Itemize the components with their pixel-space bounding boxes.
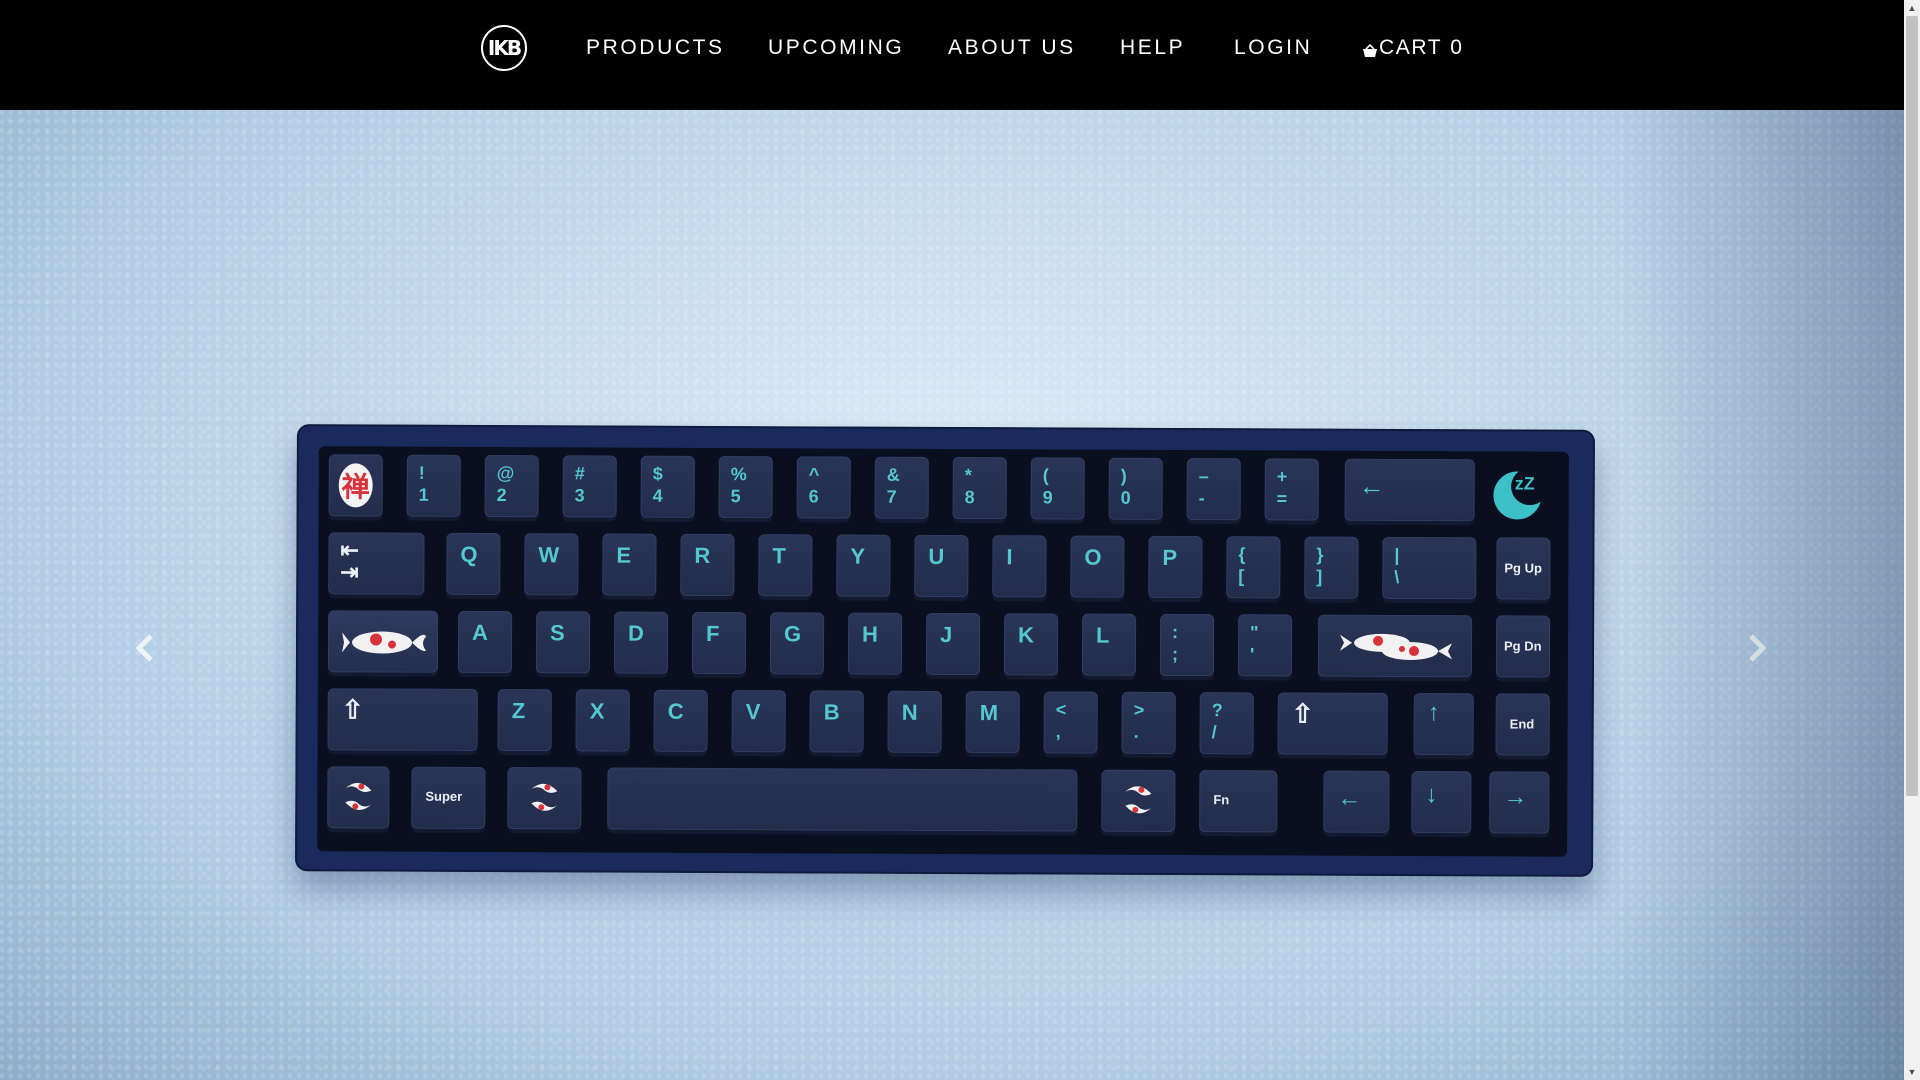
key-y: Y — [836, 534, 891, 597]
nav-products[interactable]: PRODUCTS — [586, 35, 725, 61]
key-left-bracket: {[ — [1226, 536, 1281, 599]
key-super: Super — [411, 766, 486, 829]
scroll-down-arrow-icon[interactable]: ▼ — [1904, 1064, 1920, 1080]
key-left: ← — [1323, 770, 1390, 833]
scrollbar-thumb[interactable] — [1906, 16, 1918, 796]
key-m: M — [965, 691, 1020, 754]
key-7: & 7 — [874, 456, 929, 519]
key-pgdn: Pg Dn — [1495, 615, 1551, 678]
carousel-prev-button[interactable] — [125, 630, 165, 670]
key-semicolon: :; — [1159, 613, 1215, 677]
key-equals: + = — [1264, 458, 1319, 521]
koi-yinyang-icon-3 — [1117, 780, 1159, 825]
key-2: @2 — [484, 454, 539, 518]
key-n: N — [887, 690, 942, 753]
key-o: O — [1070, 535, 1125, 598]
key-right-shift: ⇧ — [1277, 692, 1388, 755]
key-w: W — [524, 533, 579, 596]
koi-fish-icon — [341, 622, 427, 665]
koi-pair-icon — [1332, 623, 1460, 675]
logo-text: IKB — [487, 36, 522, 60]
key-b: B — [809, 690, 864, 753]
keyboard-case: 禅 ! 1 @2 #3 $4 % 5 ^ 6 & 7 * 8 (9 ) 0 – - + = ← … — [295, 424, 1595, 877]
key-4: $4 — [640, 455, 695, 518]
key-8: * 8 — [952, 457, 1007, 520]
key-comma: <, — [1043, 691, 1098, 754]
key-i: I — [992, 535, 1047, 598]
nav-cart[interactable]: CART 0 — [1362, 35, 1463, 61]
koi-yinyang-icon-2 — [523, 777, 565, 822]
key-e: E — [602, 533, 657, 596]
key-fn: Fn — [1199, 770, 1278, 833]
key-9: (9 — [1030, 457, 1085, 520]
key-g: G — [769, 612, 825, 675]
key-enter-koi — [1317, 614, 1473, 678]
key-backslash: | \ — [1382, 536, 1477, 600]
basket-icon — [1362, 39, 1378, 65]
key-ctrl-koi — [327, 766, 390, 829]
key-p: P — [1148, 535, 1203, 599]
scroll-up-arrow-icon[interactable]: ▲ — [1904, 0, 1920, 16]
keyboard-plate: 禅 ! 1 @2 #3 $4 % 5 ^ 6 & 7 * 8 (9 ) 0 – - + = ← … — [317, 446, 1569, 857]
key-c: C — [653, 689, 708, 752]
key-h: H — [847, 612, 903, 675]
key-u: U — [914, 534, 969, 598]
key-0: ) 0 — [1108, 457, 1163, 520]
nav-upcoming[interactable]: UPCOMING — [768, 35, 904, 61]
key-right: → — [1489, 771, 1550, 834]
key-z: Z — [497, 689, 552, 752]
key-q: Q — [446, 532, 501, 596]
moon-badge-icon: zZ — [1489, 465, 1547, 523]
zen-glyph-icon: 禅 — [338, 463, 373, 508]
key-j: J — [925, 612, 981, 676]
key-up: ↑ — [1413, 693, 1474, 756]
chevron-right-icon — [1745, 633, 1769, 668]
chevron-left-icon — [133, 633, 157, 668]
zz-badge-text: zZ — [1514, 473, 1535, 494]
key-pgup: Pg Up — [1496, 537, 1551, 600]
key-minus: – - — [1186, 458, 1241, 521]
key-esc: 禅 — [328, 454, 383, 517]
key-3: #3 — [562, 455, 617, 518]
key-6: ^ 6 — [796, 456, 851, 519]
key-v: V — [731, 690, 786, 753]
carousel-next-button[interactable] — [1737, 630, 1777, 670]
key-t: T — [758, 534, 813, 597]
nav-about-us[interactable]: ABOUT US — [948, 35, 1076, 61]
key-1: ! 1 — [406, 454, 461, 517]
key-left-shift: ⇧ — [327, 688, 478, 751]
key-f: F — [691, 611, 747, 675]
nav-help[interactable]: HELP — [1120, 35, 1185, 61]
key-s: S — [535, 611, 591, 674]
key-d: D — [613, 611, 669, 674]
key-end: End — [1495, 693, 1550, 756]
key-caps-koi — [327, 610, 439, 673]
keyboard-shadow — [190, 440, 1630, 1000]
key-ralt-koi — [1101, 769, 1176, 833]
hero-carousel: 禅 ! 1 @2 #3 $4 % 5 ^ 6 & 7 * 8 (9 ) 0 – - + = ← … — [0, 110, 1904, 1080]
nav-login[interactable]: LOGIN — [1234, 35, 1312, 61]
key-x: X — [575, 689, 630, 752]
koi-yinyang-icon — [337, 776, 379, 821]
key-r: R — [680, 533, 735, 597]
key-l: L — [1081, 613, 1137, 676]
key-k: K — [1003, 613, 1059, 676]
key-quote: " ' — [1237, 614, 1293, 677]
key-5: % 5 — [718, 456, 773, 519]
key-right-bracket: }] — [1304, 536, 1359, 599]
key-a: A — [457, 610, 513, 674]
key-period: >. — [1121, 691, 1176, 755]
cart-count: 0 — [1450, 36, 1464, 59]
key-spacebar — [607, 767, 1078, 832]
cart-label: CART — [1379, 36, 1443, 59]
key-tab: ⇤ ⇥ — [328, 532, 425, 595]
site-logo[interactable]: IKB — [481, 25, 527, 71]
key-slash: ? / — [1199, 692, 1254, 755]
key-down: ↓ — [1411, 771, 1472, 834]
top-navbar: IKB PRODUCTS UPCOMING ABOUT US HELP LOGI… — [0, 0, 1904, 110]
key-backspace: ← — [1344, 458, 1475, 522]
key-alt-koi — [507, 767, 582, 830]
